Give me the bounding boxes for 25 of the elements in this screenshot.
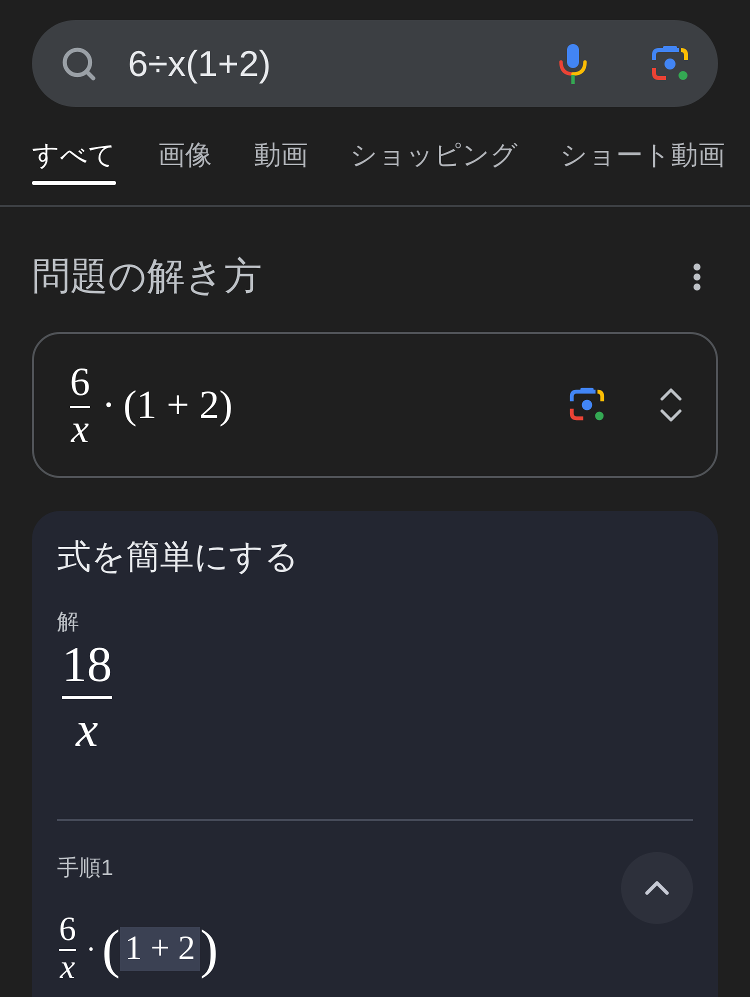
fraction: 6 x [58, 913, 77, 985]
step-label: 手順1 [57, 855, 114, 881]
math-parenthesis: ( [102, 919, 120, 979]
math-operator: · [86, 932, 96, 968]
more-menu-icon[interactable] [693, 263, 701, 291]
section-title: 問題の解き方 [32, 255, 262, 299]
search-icon[interactable] [60, 44, 98, 82]
math-parenthesis: ) [200, 919, 218, 979]
highlighted-term: 1 + 2 [120, 927, 200, 971]
card-title: 式を簡単にする [57, 537, 299, 577]
tab[interactable]: 画像 [158, 127, 212, 205]
search-input[interactable]: 6÷x(1+2) [128, 36, 550, 90]
tab[interactable]: ショッピング [350, 127, 518, 205]
search-field[interactable]: 6÷x(1+2) [32, 20, 718, 107]
math-expression: (1 + 2) [123, 381, 233, 429]
tab[interactable]: すべて [32, 127, 116, 205]
tab[interactable]: ショート動画 [560, 127, 725, 205]
fraction: 18 x [61, 640, 113, 753]
math-operator: · [102, 381, 116, 429]
chevron-up-icon [645, 881, 669, 895]
answer-label: 解 [57, 609, 79, 635]
fraction: 6 x [69, 362, 91, 448]
chevrons-up-down-icon[interactable] [660, 387, 682, 423]
microphone-icon[interactable] [558, 42, 588, 84]
tab[interactable]: 動画 [254, 127, 308, 205]
